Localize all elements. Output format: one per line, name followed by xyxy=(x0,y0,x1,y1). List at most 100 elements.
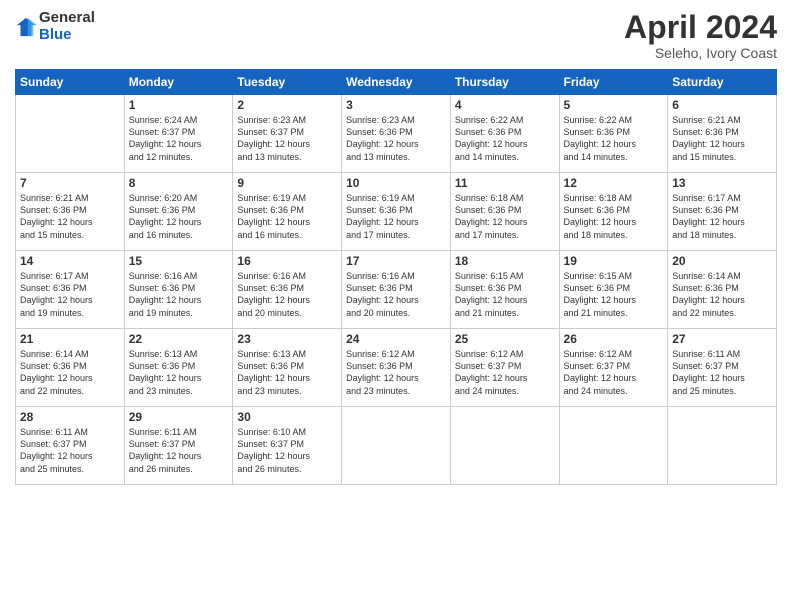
week-row-4: 21Sunrise: 6:14 AM Sunset: 6:36 PM Dayli… xyxy=(16,329,777,407)
day-info-18: Sunrise: 6:15 AM Sunset: 6:36 PM Dayligh… xyxy=(455,270,555,319)
day-info-25: Sunrise: 6:12 AM Sunset: 6:37 PM Dayligh… xyxy=(455,348,555,397)
day-info-5: Sunrise: 6:22 AM Sunset: 6:36 PM Dayligh… xyxy=(564,114,664,163)
day-number-29: 29 xyxy=(129,410,229,424)
day-number-1: 1 xyxy=(129,98,229,112)
main-title: April 2024 xyxy=(624,10,777,45)
day-number-19: 19 xyxy=(564,254,664,268)
day-number-13: 13 xyxy=(672,176,772,190)
day-number-12: 12 xyxy=(564,176,664,190)
calendar-cell-w5-d2: 29Sunrise: 6:11 AM Sunset: 6:37 PM Dayli… xyxy=(124,407,233,485)
day-number-18: 18 xyxy=(455,254,555,268)
day-info-21: Sunrise: 6:14 AM Sunset: 6:36 PM Dayligh… xyxy=(20,348,120,397)
calendar-header-row: Sunday Monday Tuesday Wednesday Thursday… xyxy=(16,70,777,95)
day-info-30: Sunrise: 6:10 AM Sunset: 6:37 PM Dayligh… xyxy=(237,426,337,475)
calendar-cell-w1-d7: 6 Sunrise: 6:21 AM Sunset: 6:36 PM Daylig… xyxy=(668,95,777,173)
day-number-17: 17 xyxy=(346,254,446,268)
day-info-6: Sunrise: 6:21 AM Sunset: 6:36 PM Dayligh… xyxy=(672,114,772,163)
calendar-cell-w1-d4: 3Sunrise: 6:23 AM Sunset: 6:36 PM Daylig… xyxy=(342,95,451,173)
logo-blue-text: Blue xyxy=(39,27,95,44)
calendar-cell-w4-d6: 26 Sunrise: 6:12 AM Sunset: 6:37 PM Dayli… xyxy=(559,329,668,407)
day-number-4: 4 xyxy=(455,98,555,112)
week-row-3: 14 Sunrise: 6:17 AM Sunset: 6:36 PM Dayli… xyxy=(16,251,777,329)
calendar-cell-w2-d2: 8 Sunrise: 6:20 AM Sunset: 6:36 PM Daylig… xyxy=(124,173,233,251)
day-number-10: 10 xyxy=(346,176,446,190)
calendar-cell-w4-d5: 25Sunrise: 6:12 AM Sunset: 6:37 PM Dayli… xyxy=(450,329,559,407)
header: General Blue April 2024 Seleho, Ivory Co… xyxy=(15,10,777,61)
day-info-3: Sunrise: 6:23 AM Sunset: 6:36 PM Dayligh… xyxy=(346,114,446,163)
title-block: April 2024 Seleho, Ivory Coast xyxy=(624,10,777,61)
calendar-cell-w2-d3: 9 Sunrise: 6:19 AM Sunset: 6:36 PM Daylig… xyxy=(233,173,342,251)
calendar-cell-w4-d1: 21Sunrise: 6:14 AM Sunset: 6:36 PM Dayli… xyxy=(16,329,125,407)
calendar-cell-w3-d4: 17 Sunrise: 6:16 AM Sunset: 6:36 PM Dayli… xyxy=(342,251,451,329)
calendar-cell-w3-d7: 20Sunrise: 6:14 AM Sunset: 6:36 PM Dayli… xyxy=(668,251,777,329)
day-info-12: Sunrise: 6:18 AM Sunset: 6:36 PM Dayligh… xyxy=(564,192,664,241)
calendar-cell-w1-d1 xyxy=(16,95,125,173)
calendar-cell-w4-d2: 22 Sunrise: 6:13 AM Sunset: 6:36 PM Dayli… xyxy=(124,329,233,407)
calendar-cell-w4-d7: 27Sunrise: 6:11 AM Sunset: 6:37 PM Dayli… xyxy=(668,329,777,407)
calendar-cell-w4-d3: 23 Sunrise: 6:13 AM Sunset: 6:36 PM Dayli… xyxy=(233,329,342,407)
calendar-cell-w2-d5: 11 Sunrise: 6:18 AM Sunset: 6:36 PM Dayli… xyxy=(450,173,559,251)
logo-general-text: General xyxy=(39,10,95,27)
header-saturday: Saturday xyxy=(668,70,777,95)
header-thursday: Thursday xyxy=(450,70,559,95)
logo-text: General Blue xyxy=(39,10,95,43)
calendar-cell-w3-d5: 18 Sunrise: 6:15 AM Sunset: 6:36 PM Dayli… xyxy=(450,251,559,329)
day-info-7: Sunrise: 6:21 AM Sunset: 6:36 PM Dayligh… xyxy=(20,192,120,241)
day-number-24: 24 xyxy=(346,332,446,346)
day-info-11: Sunrise: 6:18 AM Sunset: 6:36 PM Dayligh… xyxy=(455,192,555,241)
calendar-cell-w5-d7 xyxy=(668,407,777,485)
calendar-table: Sunday Monday Tuesday Wednesday Thursday… xyxy=(15,69,777,485)
day-info-19: Sunrise: 6:15 AM Sunset: 6:36 PM Dayligh… xyxy=(564,270,664,319)
week-row-2: 7 Sunrise: 6:21 AM Sunset: 6:36 PM Daylig… xyxy=(16,173,777,251)
day-info-8: Sunrise: 6:20 AM Sunset: 6:36 PM Dayligh… xyxy=(129,192,229,241)
day-info-26: Sunrise: 6:12 AM Sunset: 6:37 PM Dayligh… xyxy=(564,348,664,397)
day-info-20: Sunrise: 6:14 AM Sunset: 6:36 PM Dayligh… xyxy=(672,270,772,319)
calendar-cell-w4-d4: 24 Sunrise: 6:12 AM Sunset: 6:36 PM Dayli… xyxy=(342,329,451,407)
calendar-cell-w2-d7: 13 Sunrise: 6:17 AM Sunset: 6:36 PM Dayli… xyxy=(668,173,777,251)
day-info-16: Sunrise: 6:16 AM Sunset: 6:36 PM Dayligh… xyxy=(237,270,337,319)
day-info-1: Sunrise: 6:24 AM Sunset: 6:37 PM Dayligh… xyxy=(129,114,229,163)
day-number-11: 11 xyxy=(455,176,555,190)
day-info-23: Sunrise: 6:13 AM Sunset: 6:36 PM Dayligh… xyxy=(237,348,337,397)
day-number-6: 6 xyxy=(672,98,772,112)
day-info-13: Sunrise: 6:17 AM Sunset: 6:36 PM Dayligh… xyxy=(672,192,772,241)
day-number-27: 27 xyxy=(672,332,772,346)
day-info-28: Sunrise: 6:11 AM Sunset: 6:37 PM Dayligh… xyxy=(20,426,120,475)
calendar-cell-w5-d6 xyxy=(559,407,668,485)
day-number-22: 22 xyxy=(129,332,229,346)
calendar-cell-w3-d6: 19 Sunrise: 6:15 AM Sunset: 6:36 PM Dayli… xyxy=(559,251,668,329)
calendar-cell-w2-d1: 7 Sunrise: 6:21 AM Sunset: 6:36 PM Daylig… xyxy=(16,173,125,251)
calendar-cell-w5-d3: 30 Sunrise: 6:10 AM Sunset: 6:37 PM Dayli… xyxy=(233,407,342,485)
calendar-cell-w1-d3: 2 Sunrise: 6:23 AM Sunset: 6:37 PM Daylig… xyxy=(233,95,342,173)
logo-icon xyxy=(15,16,37,38)
calendar-cell-w5-d1: 28 Sunrise: 6:11 AM Sunset: 6:37 PM Dayli… xyxy=(16,407,125,485)
day-number-8: 8 xyxy=(129,176,229,190)
day-number-23: 23 xyxy=(237,332,337,346)
day-number-14: 14 xyxy=(20,254,120,268)
day-number-2: 2 xyxy=(237,98,337,112)
header-monday: Monday xyxy=(124,70,233,95)
day-number-16: 16 xyxy=(237,254,337,268)
week-row-1: 1 Sunrise: 6:24 AM Sunset: 6:37 PM Daylig… xyxy=(16,95,777,173)
header-friday: Friday xyxy=(559,70,668,95)
header-tuesday: Tuesday xyxy=(233,70,342,95)
day-info-15: Sunrise: 6:16 AM Sunset: 6:36 PM Dayligh… xyxy=(129,270,229,319)
day-number-9: 9 xyxy=(237,176,337,190)
header-wednesday: Wednesday xyxy=(342,70,451,95)
day-info-24: Sunrise: 6:12 AM Sunset: 6:36 PM Dayligh… xyxy=(346,348,446,397)
day-info-9: Sunrise: 6:19 AM Sunset: 6:36 PM Dayligh… xyxy=(237,192,337,241)
week-row-5: 28 Sunrise: 6:11 AM Sunset: 6:37 PM Dayli… xyxy=(16,407,777,485)
day-info-22: Sunrise: 6:13 AM Sunset: 6:36 PM Dayligh… xyxy=(129,348,229,397)
day-number-26: 26 xyxy=(564,332,664,346)
day-number-5: 5 xyxy=(564,98,664,112)
day-number-28: 28 xyxy=(20,410,120,424)
day-info-2: Sunrise: 6:23 AM Sunset: 6:37 PM Dayligh… xyxy=(237,114,337,163)
day-number-7: 7 xyxy=(20,176,120,190)
calendar-cell-w2-d4: 10Sunrise: 6:19 AM Sunset: 6:36 PM Dayli… xyxy=(342,173,451,251)
day-info-14: Sunrise: 6:17 AM Sunset: 6:36 PM Dayligh… xyxy=(20,270,120,319)
calendar-cell-w3-d3: 16 Sunrise: 6:16 AM Sunset: 6:36 PM Dayli… xyxy=(233,251,342,329)
day-number-30: 30 xyxy=(237,410,337,424)
calendar-cell-w1-d6: 5 Sunrise: 6:22 AM Sunset: 6:36 PM Daylig… xyxy=(559,95,668,173)
day-info-17: Sunrise: 6:16 AM Sunset: 6:36 PM Dayligh… xyxy=(346,270,446,319)
header-sunday: Sunday xyxy=(16,70,125,95)
